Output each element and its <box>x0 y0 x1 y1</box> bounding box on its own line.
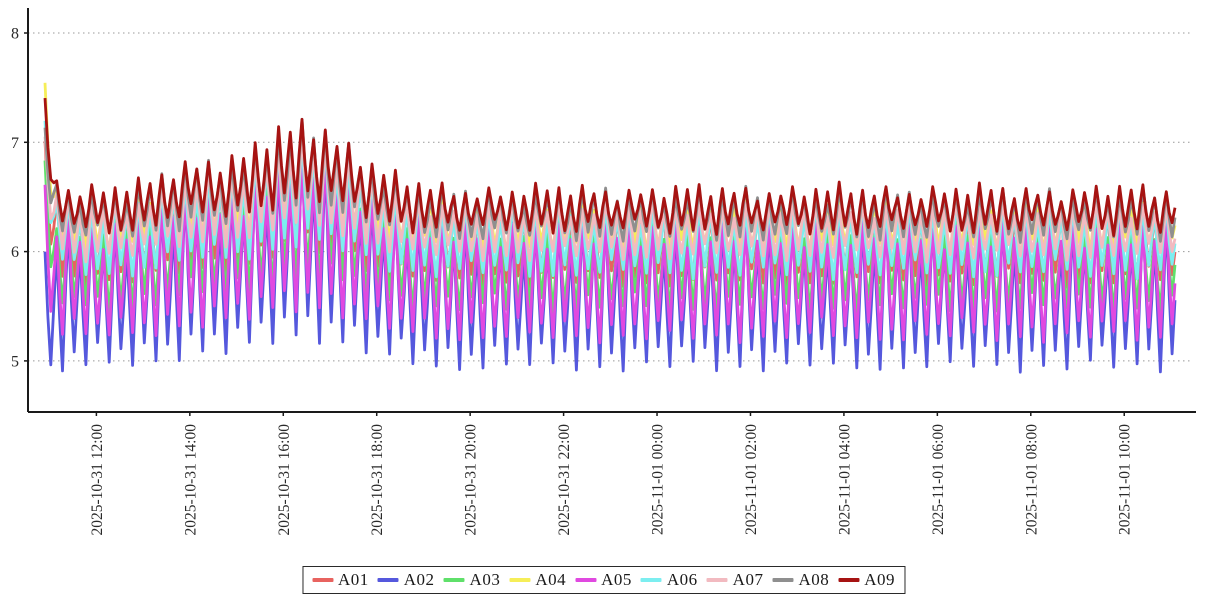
y-tick-label-7: 7 <box>11 135 19 152</box>
x-tick-label-10: 2025-11-01 08:00 <box>1023 424 1040 535</box>
legend-swatch-A09 <box>838 578 859 582</box>
legend-label-A06: A06 <box>667 570 698 590</box>
legend-item-A05: A05 <box>575 570 632 590</box>
legend-item-A04: A04 <box>509 570 566 590</box>
legend-item-A02: A02 <box>378 570 435 590</box>
x-tick-label-1: 2025-10-31 14:00 <box>182 424 199 536</box>
legend-label-A01: A01 <box>338 570 369 590</box>
legend-label-A09: A09 <box>864 570 895 590</box>
legend-label-A03: A03 <box>470 570 501 590</box>
legend-label-A02: A02 <box>404 570 435 590</box>
x-tick-label-6: 2025-11-01 00:00 <box>650 424 667 535</box>
legend-swatch-A05 <box>575 578 596 582</box>
legend-swatch-A02 <box>378 578 399 582</box>
x-tick-label-11: 2025-11-01 10:00 <box>1117 424 1134 535</box>
legend-swatch-A07 <box>707 578 728 582</box>
legend-label-A05: A05 <box>601 570 632 590</box>
legend-swatch-A03 <box>444 578 465 582</box>
x-tick-label-5: 2025-10-31 22:00 <box>556 424 573 536</box>
series-lines-layer <box>45 83 1175 372</box>
legend-label-A04: A04 <box>535 570 566 590</box>
legend-label-A07: A07 <box>733 570 764 590</box>
x-tick-label-0: 2025-10-31 12:00 <box>89 424 106 536</box>
legend-item-A06: A06 <box>641 570 698 590</box>
plot-canvas: 8 7 6 5 2025-10-31 12:00 2025-10-31 14:00 2025… <box>0 0 1207 600</box>
line-chart: 8 7 6 5 2025-10-31 12:00 2025-10-31 14:00 2025… <box>0 0 1207 600</box>
x-tick-label-8: 2025-11-01 04:00 <box>836 424 853 535</box>
legend-swatch-A06 <box>641 578 662 582</box>
legend-item-A03: A03 <box>444 570 501 590</box>
legend-item-A09: A09 <box>838 570 895 590</box>
y-tick-label-6: 6 <box>11 244 19 261</box>
legend-swatch-A01 <box>312 578 333 582</box>
x-tick-label-3: 2025-10-31 18:00 <box>369 424 386 536</box>
chart-legend: A01 A02 A03 A04 A05 A06 A07 A08 A09 <box>302 566 905 594</box>
y-tick-label-5: 5 <box>11 353 19 370</box>
x-tick-label-9: 2025-11-01 06:00 <box>930 424 947 535</box>
x-tick-label-4: 2025-10-31 20:00 <box>463 424 480 536</box>
legend-item-A08: A08 <box>772 570 829 590</box>
x-tick-label-2: 2025-10-31 16:00 <box>276 424 293 536</box>
legend-item-A01: A01 <box>312 570 369 590</box>
legend-swatch-A08 <box>772 578 793 582</box>
legend-swatch-A04 <box>509 578 530 582</box>
y-tick-label-8: 8 <box>11 26 19 43</box>
legend-label-A08: A08 <box>798 570 829 590</box>
x-tick-label-7: 2025-11-01 02:00 <box>743 424 760 535</box>
legend-item-A07: A07 <box>707 570 764 590</box>
